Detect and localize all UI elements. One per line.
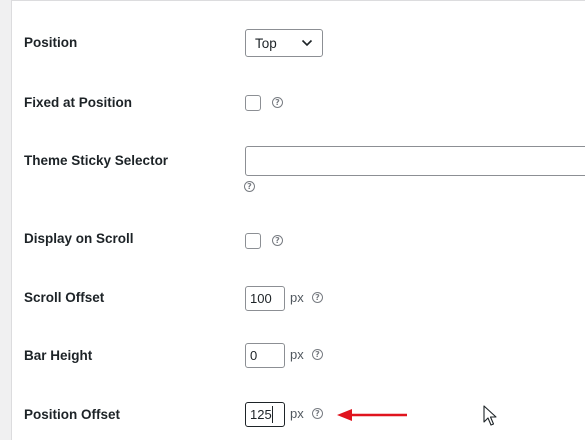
position-offset-input[interactable]: 125 <box>245 402 285 427</box>
display-on-scroll-label: Display on Scroll <box>24 231 134 246</box>
mouse-cursor-icon <box>483 405 497 426</box>
question-circle-icon[interactable]: ? <box>244 181 255 192</box>
bar-height-input[interactable]: 0 <box>245 343 285 368</box>
display-on-scroll-checkbox[interactable] <box>245 233 261 249</box>
scroll-offset-value: 100 <box>250 291 272 306</box>
text-caret <box>272 406 273 423</box>
scroll-offset-input[interactable]: 100 <box>245 286 285 311</box>
question-circle-icon[interactable]: ? <box>272 97 283 108</box>
chevron-down-icon <box>301 39 313 47</box>
fixed-at-position-label: Fixed at Position <box>24 95 133 110</box>
position-label: Position <box>24 35 78 50</box>
fixed-at-position-checkbox[interactable] <box>245 95 261 111</box>
admin-sidebar-edge <box>0 0 12 440</box>
top-divider <box>11 0 585 1</box>
position-offset-unit: px <box>290 406 304 421</box>
question-circle-icon[interactable]: ? <box>312 408 323 419</box>
red-arrow-icon <box>337 409 407 421</box>
bar-height-value: 0 <box>250 348 258 363</box>
question-circle-icon[interactable]: ? <box>272 235 283 246</box>
position-offset-label: Position Offset <box>24 407 121 422</box>
bar-height-label: Bar Height <box>24 348 93 363</box>
question-circle-icon[interactable]: ? <box>312 349 323 360</box>
position-offset-value: 125 <box>250 407 272 422</box>
question-circle-icon[interactable]: ? <box>312 292 323 303</box>
bar-height-unit: px <box>290 347 304 362</box>
scroll-offset-unit: px <box>290 290 304 305</box>
theme-sticky-selector-input[interactable] <box>245 146 585 176</box>
position-select[interactable]: Top <box>245 29 323 57</box>
scroll-offset-label: Scroll Offset <box>24 290 105 305</box>
theme-sticky-selector-label: Theme Sticky Selector <box>24 153 169 168</box>
position-select-value: Top <box>255 36 277 51</box>
